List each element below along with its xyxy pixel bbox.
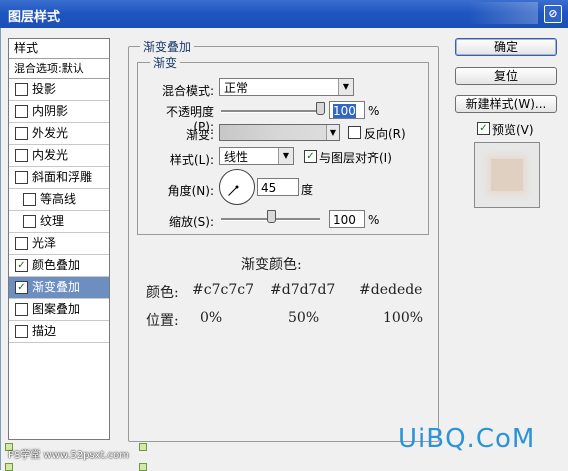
corner-marker xyxy=(139,443,147,451)
style-item-checkbox[interactable] xyxy=(15,127,28,140)
style-preview xyxy=(474,142,540,208)
style-item-label: 内发光 xyxy=(32,148,69,162)
gradient-colors-title: 渐变颜色: xyxy=(241,257,302,273)
gradient-label: 渐变: xyxy=(185,128,214,142)
style-item-label: 斜面和浮雕 xyxy=(32,170,93,184)
group-title: 渐变叠加 xyxy=(140,38,195,55)
style-item-checkbox[interactable] xyxy=(23,215,36,228)
style-item-label: 颜色叠加 xyxy=(32,258,81,272)
style-item-checkbox[interactable] xyxy=(15,105,28,118)
position-stop-3: 100% xyxy=(383,310,424,326)
style-item[interactable]: 光泽 xyxy=(9,233,109,255)
style-item-checkbox[interactable] xyxy=(23,193,36,206)
angle-dial-needle xyxy=(228,185,239,196)
style-value: 线性 xyxy=(224,150,249,164)
chevron-down-icon: ▼ xyxy=(326,125,339,140)
reverse-checkbox[interactable] xyxy=(348,126,361,139)
style-item-label: 投影 xyxy=(32,82,57,96)
opacity-input[interactable]: 100 xyxy=(329,101,365,119)
watermark-left: PS学堂 www.52psxt.com xyxy=(8,450,130,461)
style-item[interactable]: 斜面和浮雕 xyxy=(9,167,109,189)
angle-label: 角度(N): xyxy=(167,184,214,198)
position-label: 位置: xyxy=(146,313,179,329)
scale-slider-thumb[interactable] xyxy=(266,210,276,223)
windows-logo-icon xyxy=(468,2,538,24)
preview-checkbox[interactable]: ✓ xyxy=(477,122,490,135)
position-stop-1: 0% xyxy=(200,310,223,326)
style-item-checkbox[interactable] xyxy=(15,149,28,162)
style-item-checkbox[interactable] xyxy=(15,83,28,96)
style-list-header[interactable]: 样式 xyxy=(9,39,109,59)
style-item-checkbox[interactable] xyxy=(15,171,28,184)
blend-mode-label: 混合模式: xyxy=(161,84,214,98)
blend-mode-select[interactable]: 正常 ▼ xyxy=(219,78,354,96)
angle-degree-label: 度 xyxy=(301,183,314,197)
style-item-checkbox[interactable] xyxy=(15,303,28,316)
style-item-checkbox[interactable] xyxy=(15,325,28,338)
angle-dial[interactable] xyxy=(219,169,255,205)
angle-input[interactable]: 45 xyxy=(257,178,299,196)
blend-options-item[interactable]: 混合选项:默认 xyxy=(9,59,109,79)
scale-percent: % xyxy=(368,213,380,227)
style-item-label: 光泽 xyxy=(32,236,57,250)
style-item-label: 渐变叠加 xyxy=(32,280,81,294)
align-with-layer-label: 与图层对齐(I) xyxy=(319,151,392,165)
color-stop-1: #c7c7c7 xyxy=(192,282,254,298)
style-item-checkbox[interactable]: ✓ xyxy=(15,281,28,294)
style-item[interactable]: 图案叠加 xyxy=(9,299,109,321)
style-item-label: 等高线 xyxy=(40,192,77,206)
chevron-down-icon: ▼ xyxy=(338,79,353,95)
style-item[interactable]: ✓ 颜色叠加 xyxy=(9,255,109,277)
style-item[interactable]: 内阴影 xyxy=(9,101,109,123)
title-bar: 图层样式 ⊘ xyxy=(0,0,568,28)
scale-input[interactable]: 100 xyxy=(329,210,365,228)
subgroup-title: 渐变 xyxy=(150,54,181,71)
style-item[interactable]: 描边 xyxy=(9,321,109,343)
new-style-button[interactable]: 新建样式(W)... xyxy=(455,95,557,113)
style-item[interactable]: 等高线 xyxy=(9,189,109,211)
gradient-picker[interactable]: ▼ xyxy=(219,124,340,141)
style-item-label: 图案叠加 xyxy=(32,302,81,316)
watermark-right: UiBQ.CoM xyxy=(398,424,536,454)
window-title: 图层样式 xyxy=(8,10,61,25)
preview-label: 预览(V) xyxy=(492,123,534,137)
style-label: 样式(L): xyxy=(169,153,214,167)
preview-swatch xyxy=(491,159,523,191)
blend-mode-value: 正常 xyxy=(224,81,249,95)
scale-label: 缩放(S): xyxy=(168,215,214,229)
style-item-label: 外发光 xyxy=(32,126,69,140)
style-item[interactable]: 外发光 xyxy=(9,123,109,145)
ok-button[interactable]: 确定 xyxy=(455,38,557,56)
color-stop-3: #dedede xyxy=(359,282,423,298)
reverse-label: 反向(R) xyxy=(364,127,406,141)
style-item-label: 描边 xyxy=(32,324,57,338)
position-stop-2: 50% xyxy=(288,310,320,326)
style-item-checkbox[interactable]: ✓ xyxy=(15,259,28,272)
style-list: 样式 混合选项:默认 投影 内阴影 外发光 内发光 斜面和浮雕 等高线 纹理 光泽 ✓ 颜色叠加 ✓… xyxy=(8,38,110,440)
color-label: 颜色: xyxy=(146,285,179,301)
style-item[interactable]: ✓ 渐变叠加 xyxy=(9,277,109,299)
opacity-percent: % xyxy=(368,104,380,118)
style-item-checkbox[interactable] xyxy=(15,237,28,250)
style-select[interactable]: 线性 ▼ xyxy=(219,147,294,165)
color-stop-2: #d7d7d7 xyxy=(270,282,336,298)
reset-button[interactable]: 复位 xyxy=(455,67,557,85)
style-item[interactable]: 纹理 xyxy=(9,211,109,233)
style-item[interactable]: 内发光 xyxy=(9,145,109,167)
opacity-slider-track[interactable] xyxy=(221,110,320,113)
style-item-label: 内阴影 xyxy=(32,104,69,118)
opacity-slider-thumb[interactable] xyxy=(316,102,325,115)
close-icon[interactable]: ⊘ xyxy=(544,5,562,23)
style-item-label: 纹理 xyxy=(40,214,65,228)
chevron-down-icon: ▼ xyxy=(278,148,293,164)
align-with-layer-checkbox[interactable]: ✓ xyxy=(304,150,317,163)
style-item[interactable]: 投影 xyxy=(9,79,109,101)
